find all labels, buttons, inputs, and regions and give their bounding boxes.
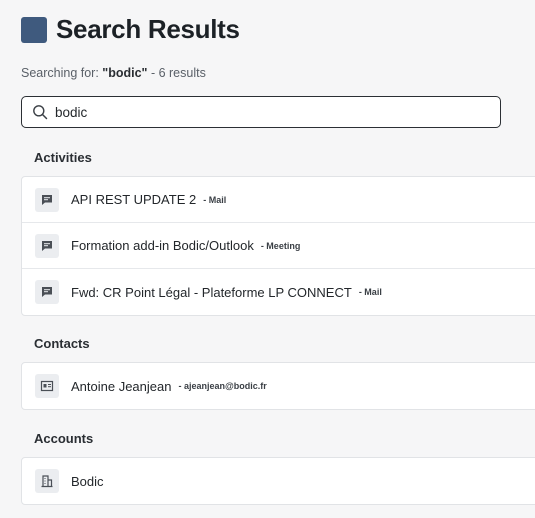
- account-name: Bodic: [71, 473, 104, 489]
- page-title: Search Results: [56, 14, 240, 44]
- account-item[interactable]: Bodic: [22, 458, 535, 504]
- search-summary: Searching for: "bodic" - 6 results: [21, 66, 206, 80]
- contact-name: Antoine Jeanjean: [71, 378, 172, 394]
- message-icon: [35, 280, 59, 304]
- activity-type: - Meeting: [260, 240, 301, 251]
- contact-email: - ajeanjean@bodic.fr: [178, 381, 267, 391]
- activity-item[interactable]: API REST UPDATE 2 - Mail: [22, 177, 535, 223]
- search-box[interactable]: [21, 96, 501, 128]
- activity-item[interactable]: Formation add-in Bodic/Outlook - Meeting: [22, 223, 535, 269]
- message-icon: [35, 187, 59, 212]
- activity-title: Fwd: CR Point Légal - Plateforme LP CONN…: [71, 284, 352, 300]
- page-header: Search Results: [21, 14, 240, 45]
- activity-type: - Mail: [358, 287, 382, 297]
- activities-list: API REST UPDATE 2 - Mail Formation add-i…: [21, 176, 535, 316]
- contact-card-icon: [35, 374, 59, 398]
- contact-item[interactable]: Antoine Jeanjean - ajeanjean@bodic.fr: [22, 363, 535, 409]
- activity-item[interactable]: Fwd: CR Point Légal - Plateforme LP CONN…: [22, 269, 535, 315]
- search-query-text: "bodic": [102, 66, 148, 80]
- search-icon: [33, 105, 48, 120]
- contacts-list: Antoine Jeanjean - ajeanjean@bodic.fr: [21, 362, 535, 410]
- app-logo: [21, 16, 47, 43]
- section-title-contacts: Contacts: [34, 336, 90, 351]
- section-title-activities: Activities: [34, 150, 92, 165]
- search-input[interactable]: [55, 104, 455, 120]
- activity-title: API REST UPDATE 2: [71, 192, 197, 207]
- building-icon: [35, 469, 59, 493]
- accounts-list: Bodic: [21, 457, 535, 505]
- activity-title: Formation add-in Bodic/Outlook: [71, 238, 254, 253]
- message-icon: [35, 233, 59, 258]
- section-title-accounts: Accounts: [34, 431, 94, 446]
- search-summary-prefix: Searching for:: [21, 66, 103, 80]
- activity-type: - Mail: [203, 194, 227, 205]
- search-result-count: - 6 results: [147, 66, 206, 80]
